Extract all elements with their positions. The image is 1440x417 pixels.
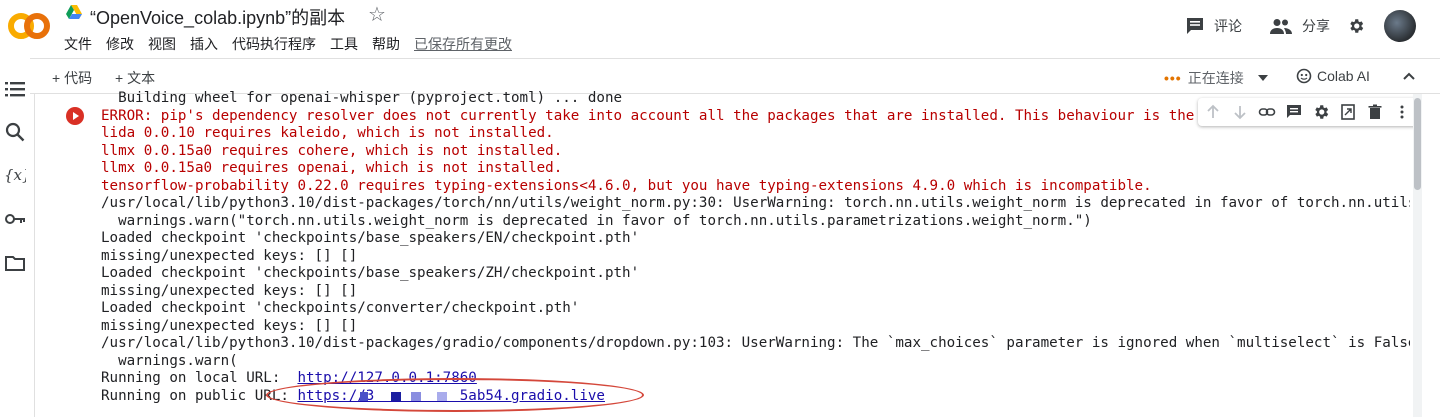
comment-button[interactable]: 评论 (1186, 16, 1242, 36)
output-line: /usr/local/lib/python3.10/dist-packages/… (101, 195, 1410, 211)
left-sidebar: {x} (0, 58, 30, 417)
connection-label: 正在连接 (1187, 70, 1244, 86)
comment-icon (1187, 18, 1203, 34)
output-line: warnings.warn("torch.nn.utils.weight_nor… (101, 212, 1092, 229)
run-cell-button[interactable] (66, 107, 84, 125)
connection-status[interactable]: ••• 正在连接 (1164, 68, 1268, 88)
gear-icon[interactable] (1347, 17, 1365, 35)
add-code-button[interactable]: + 代码 (52, 68, 92, 88)
output-line: Loaded checkpoint 'checkpoints/base_spea… (101, 230, 640, 246)
table-of-contents-icon[interactable] (4, 78, 26, 100)
connecting-dots-icon: ••• (1164, 70, 1182, 86)
top-bar: “OpenVoice_colab.ipynb”的副本 ☆ 文件 修改 视图 插入… (0, 0, 1440, 58)
output-line: Loaded checkpoint 'checkpoints/base_spea… (101, 265, 640, 281)
more-vert-icon[interactable] (1393, 103, 1411, 121)
share-button[interactable]: 分享 (1270, 16, 1330, 36)
avatar[interactable] (1384, 10, 1416, 42)
chevron-up-icon[interactable] (1403, 72, 1415, 80)
scrollbar-thumb[interactable] (1414, 98, 1421, 190)
colab-ai-icon (1296, 68, 1312, 84)
delete-icon[interactable] (1366, 103, 1384, 121)
output-line: missing/unexpected keys: [] [] (101, 282, 358, 299)
comment-label: 评论 (1214, 18, 1242, 34)
menu-runtime[interactable]: 代码执行程序 (232, 34, 316, 54)
key-icon[interactable] (4, 208, 26, 230)
colab-logo[interactable] (8, 8, 50, 44)
menu-view[interactable]: 视图 (148, 34, 176, 54)
notebook-toolbar: + 代码 + 文本 ••• 正在连接 Colab AI (0, 58, 1440, 94)
add-text-button[interactable]: + 文本 (115, 68, 155, 88)
comment-icon[interactable] (1285, 103, 1303, 121)
svg-text:{x}: {x} (4, 166, 26, 184)
mirror-cell-icon[interactable] (1339, 103, 1357, 121)
output-line: llmx 0.0.15a0 requires openai, which is … (101, 160, 563, 176)
menu-tools[interactable]: 工具 (330, 34, 358, 54)
share-label: 分享 (1302, 18, 1330, 34)
move-up-icon[interactable] (1204, 103, 1222, 121)
local-url-prefix: Running on local URL: (101, 370, 298, 386)
menu-insert[interactable]: 插入 (190, 34, 218, 54)
output-line: lida 0.0.10 requires kaleido, which is n… (101, 125, 554, 141)
play-icon (73, 112, 79, 120)
variables-icon[interactable]: {x} (4, 164, 26, 186)
google-drive-icon[interactable] (66, 5, 82, 19)
move-down-icon[interactable] (1231, 103, 1249, 121)
saved-status[interactable]: 已保存所有更改 (414, 34, 512, 54)
colab-ai-button[interactable]: Colab AI (1296, 68, 1370, 84)
cell-toolbar (1198, 98, 1418, 126)
search-icon[interactable] (4, 121, 26, 143)
output-line: Loaded checkpoint 'checkpoints/converter… (101, 300, 580, 316)
output-line: /usr/local/lib/python3.10/dist-packages/… (101, 335, 1410, 351)
output-line: warnings.warn( (101, 352, 238, 369)
output-line: missing/unexpected keys: [] [] (101, 247, 358, 264)
folder-icon[interactable] (4, 252, 26, 274)
menu-help[interactable]: 帮助 (372, 34, 400, 54)
colab-ai-label: Colab AI (1317, 68, 1370, 84)
link-icon[interactable] (1258, 103, 1276, 121)
output-line: missing/unexpected keys: [] [] (101, 317, 358, 334)
output-line: llmx 0.0.15a0 requires cohere, which is … (101, 142, 563, 159)
cell-settings-icon[interactable] (1312, 103, 1330, 121)
notebook-title[interactable]: “OpenVoice_colab.ipynb”的副本 (90, 4, 345, 30)
output-line: tensorflow-probability 0.22.0 requires t… (101, 177, 1152, 194)
menu-file[interactable]: 文件 (64, 34, 92, 54)
menu-edit[interactable]: 修改 (106, 34, 134, 54)
people-icon (1270, 19, 1292, 34)
annotation-ellipse (266, 378, 644, 412)
chevron-down-icon (1257, 75, 1268, 81)
menu-bar: 文件 修改 视图 插入 代码执行程序 工具 帮助 已保存所有更改 (64, 34, 526, 54)
star-icon[interactable]: ☆ (368, 2, 386, 27)
cell-output: Building wheel for openai-whisper (pypro… (101, 90, 1410, 417)
